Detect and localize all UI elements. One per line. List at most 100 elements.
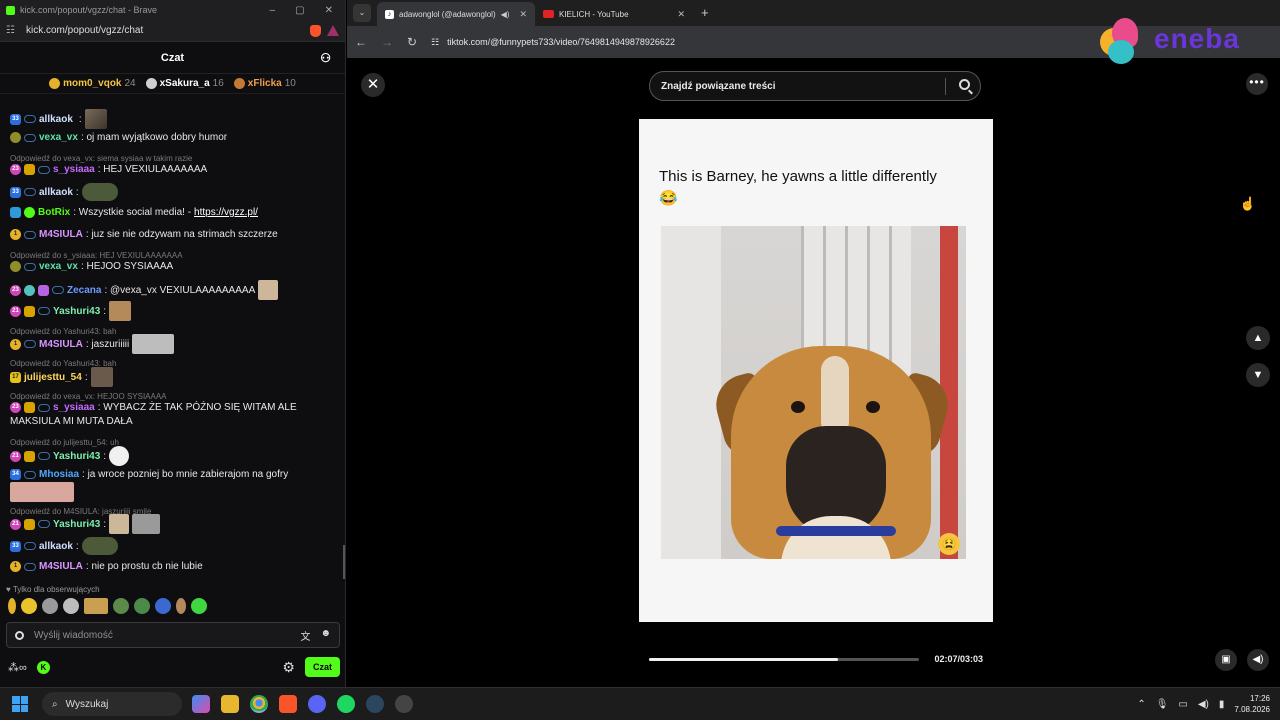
tab-youtube[interactable]: KIELICH - YouTube ✕ xyxy=(535,2,693,26)
brave-addressbar[interactable]: ☷ kick.com/popout/vgzz/chat xyxy=(0,20,345,42)
tab-title[interactable]: adawonglol (@adawonglol) xyxy=(399,10,496,19)
crown-badge-icon xyxy=(24,402,35,413)
tab-close-icon[interactable]: ✕ xyxy=(519,9,527,20)
dog-video-frame[interactable]: 😫 xyxy=(661,226,966,559)
brave-icon[interactable] xyxy=(279,695,297,713)
chat-settings-gear-icon[interactable]: ⚙ xyxy=(282,659,295,676)
picture-in-picture-icon[interactable]: ▣ xyxy=(1215,649,1237,671)
reload-icon[interactable]: ↻ xyxy=(407,35,417,49)
copilot-icon[interactable] xyxy=(192,695,210,713)
close-video-button[interactable]: ✕ xyxy=(361,73,385,97)
related-search-input[interactable]: Znajdź powiązane treści xyxy=(649,71,981,101)
chat-username[interactable]: M4SIULA xyxy=(39,338,83,351)
emote-icon[interactable] xyxy=(63,598,79,614)
chat-username[interactable]: vexa_vx xyxy=(39,131,78,144)
microphone-icon[interactable]: 🎙 xyxy=(1156,699,1169,710)
close-window-button[interactable]: ✕ xyxy=(325,5,333,16)
chat-message-input[interactable]: Wyślij wiadomość 文 ☻ xyxy=(6,622,340,648)
chat-username[interactable]: Yashuri43 xyxy=(53,518,100,531)
battery-icon[interactable]: ▮ xyxy=(1219,699,1225,710)
tab-audio-icon[interactable]: ◀) xyxy=(501,10,510,19)
discord-icon[interactable] xyxy=(308,695,326,713)
channel-points-icon[interactable]: ⁂∞ xyxy=(8,661,27,674)
maximize-button[interactable]: ▢ xyxy=(295,5,304,16)
eneba-logo-icon xyxy=(1098,14,1146,64)
chat-username[interactable]: julijesttu_54 xyxy=(24,371,82,384)
next-video-button[interactable]: ▼ xyxy=(1246,363,1270,387)
taskbar-search-label[interactable]: Wyszukaj xyxy=(66,699,109,710)
chat-username[interactable]: Yashuri43 xyxy=(53,450,100,463)
chrome-addressbar[interactable]: ☷ tiktok.com/@funnypets733/video/7649814… xyxy=(431,37,675,48)
brave-shields-icon[interactable] xyxy=(310,24,321,37)
chat-username[interactable]: BotRix xyxy=(38,206,70,219)
translate-icon[interactable]: 文 xyxy=(300,628,310,643)
chat-scrollbar[interactable] xyxy=(343,545,345,579)
new-tab-button[interactable]: + xyxy=(701,5,709,20)
taskbar-search[interactable]: ⌕ Wyszukaj xyxy=(42,692,182,716)
follower-badge-icon xyxy=(24,262,36,271)
chat-text: : HEJOO SYSIAAAA xyxy=(80,261,174,272)
emote-icon[interactable] xyxy=(155,598,171,614)
tray-overflow-icon[interactable]: ⌃ xyxy=(1137,699,1145,710)
emote-icon[interactable] xyxy=(176,598,186,614)
kick-logo-icon[interactable]: K xyxy=(36,660,50,674)
file-explorer-icon[interactable] xyxy=(221,695,239,713)
chat-username[interactable]: Yashuri43 xyxy=(53,305,100,318)
search-placeholder[interactable]: Znajdź powiązane treści xyxy=(661,81,775,92)
chat-username[interactable]: M4SIULA xyxy=(39,560,83,573)
tab-close-icon[interactable]: ✕ xyxy=(677,9,685,20)
minimize-button[interactable]: – xyxy=(270,5,276,16)
chat-users-icon[interactable]: ⚇ xyxy=(320,51,331,65)
emote-icon[interactable] xyxy=(84,598,108,614)
chat-username[interactable]: M4SIULA xyxy=(39,228,83,241)
chat-username[interactable]: s_ysiaaa xyxy=(53,163,95,176)
emote-icon[interactable] xyxy=(8,598,16,614)
chat-link[interactable]: https://vgzz.pl/ xyxy=(194,206,258,219)
chrome-url-text[interactable]: tiktok.com/@funnypets733/video/764981494… xyxy=(447,37,675,47)
chat-username[interactable]: s_ysiaaa xyxy=(53,401,95,414)
chat-mode-icon[interactable] xyxy=(15,630,24,640)
chat-username[interactable]: vexa_vx xyxy=(39,260,78,273)
emote-icon[interactable] xyxy=(42,598,58,614)
tab-search-dropdown-icon[interactable]: ⌄ xyxy=(353,4,371,22)
video-progress-bar[interactable] xyxy=(649,658,919,661)
forward-arrow-icon[interactable]: → xyxy=(381,35,393,49)
emote-icon[interactable] xyxy=(113,598,129,614)
more-options-icon[interactable]: ••• xyxy=(1246,73,1268,95)
search-icon[interactable] xyxy=(959,79,970,90)
chrome-icon[interactable] xyxy=(250,695,268,713)
tab-title[interactable]: KIELICH - YouTube xyxy=(559,10,629,19)
brave-rewards-icon[interactable] xyxy=(327,24,339,36)
chat-message: 1 M4SIULA: nie po prostu cb nie lubie xyxy=(10,560,335,573)
emoji-picker-icon[interactable]: ☻ xyxy=(320,628,331,643)
spotify-icon[interactable] xyxy=(337,695,355,713)
site-info-icon[interactable]: ☷ xyxy=(431,37,439,48)
emote-icon[interactable] xyxy=(134,598,150,614)
chat-input-placeholder[interactable]: Wyślij wiadomość xyxy=(34,630,113,641)
previous-video-button[interactable]: ▲ xyxy=(1246,326,1270,350)
taskbar-clock[interactable]: 17:26 7.08.2026 xyxy=(1234,693,1270,715)
leaderboard-item[interactable]: mom0_vqok 24 xyxy=(49,78,136,89)
chat-username[interactable]: allkaok xyxy=(39,186,73,199)
app-icon[interactable] xyxy=(395,695,413,713)
steam-icon[interactable] xyxy=(366,695,384,713)
site-settings-icon[interactable]: ☷ xyxy=(6,25,18,36)
chat-username[interactable]: Zecana xyxy=(67,284,101,297)
chat-username[interactable]: Mhosiaa xyxy=(39,468,79,481)
chat-username[interactable]: allkaok xyxy=(39,113,73,126)
emote-icon[interactable] xyxy=(191,598,207,614)
sub-gifter-badge-icon: 23 xyxy=(10,402,21,413)
brave-url-text[interactable]: kick.com/popout/vgzz/chat xyxy=(26,25,143,36)
leaderboard-item[interactable]: xFlicka 10 xyxy=(233,78,296,89)
tab-tiktok[interactable]: ♪ adawonglol (@adawonglol) ◀) ✕ xyxy=(377,2,535,26)
windows-start-icon[interactable] xyxy=(12,696,28,712)
chat-send-button[interactable]: Czat xyxy=(304,657,340,677)
volume-icon[interactable]: ◀) xyxy=(1247,649,1269,671)
video-player[interactable]: This is Barney, he yawns a little differ… xyxy=(639,119,993,622)
back-arrow-icon[interactable]: ← xyxy=(355,35,367,49)
chat-username[interactable]: allkaok xyxy=(39,540,73,553)
volume-icon[interactable]: ◀) xyxy=(1198,699,1209,710)
emote-icon[interactable] xyxy=(21,598,37,614)
network-icon[interactable]: ▭ xyxy=(1178,699,1187,710)
leaderboard-item[interactable]: xSakura_a 16 xyxy=(145,78,224,89)
